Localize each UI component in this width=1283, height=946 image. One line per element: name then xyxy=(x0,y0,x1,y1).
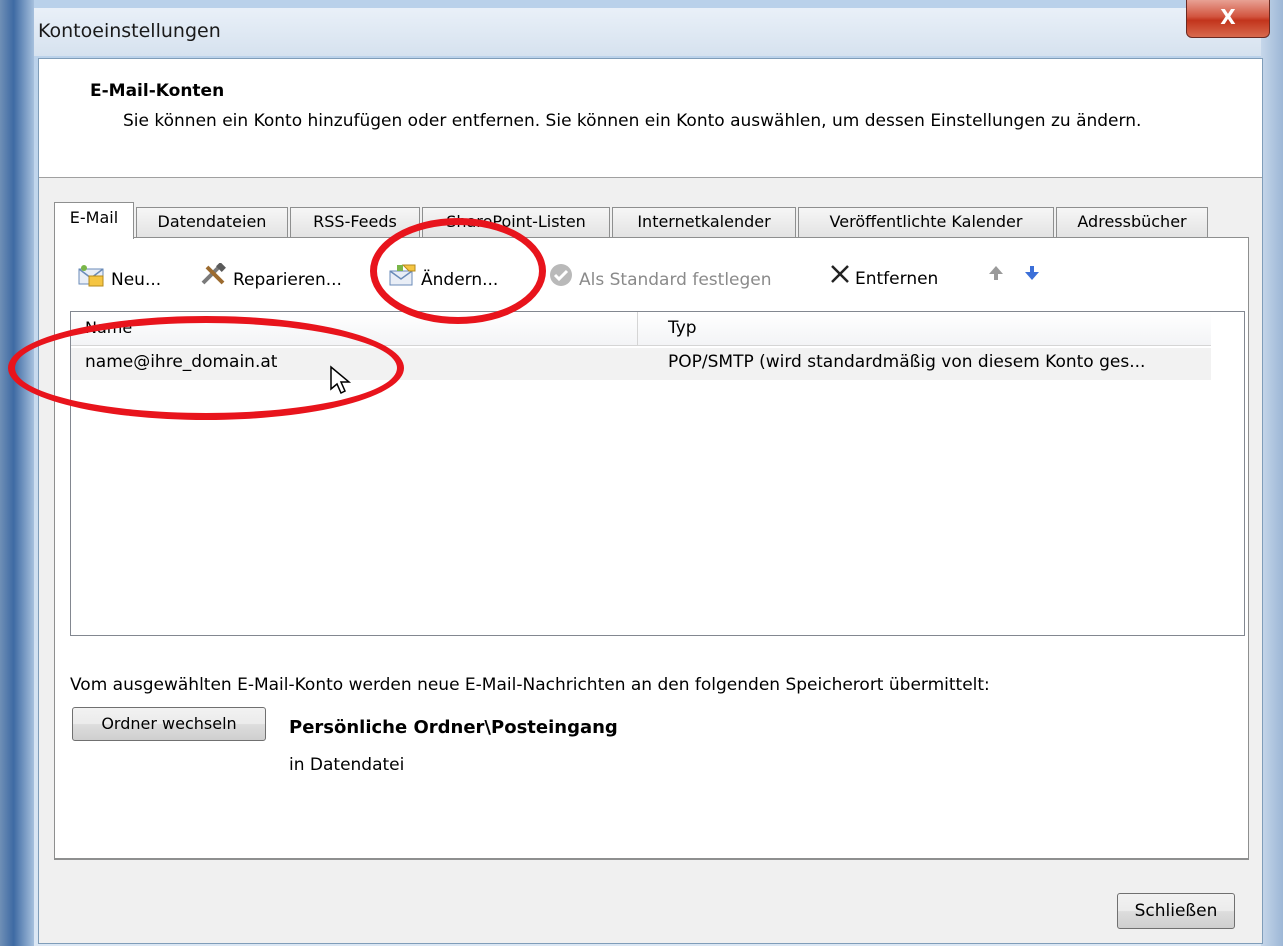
tab-internet-calendars[interactable]: Internetkalender xyxy=(612,207,796,237)
checkmark-icon xyxy=(549,263,575,297)
column-header-name[interactable]: Name xyxy=(85,318,132,337)
window-frame: Kontoeinstellungen X E-Mail-Konten Sie k… xyxy=(0,0,1283,946)
mouse-pointer-icon xyxy=(329,365,355,401)
change-folder-button[interactable]: Ordner wechseln xyxy=(72,707,266,741)
set-default-label: Als Standard festlegen xyxy=(579,270,772,290)
repair-label: Reparieren... xyxy=(233,270,342,290)
tools-icon xyxy=(199,262,229,297)
new-account-button[interactable]: Neu... xyxy=(77,263,161,293)
section-title: E-Mail-Konten xyxy=(90,81,225,101)
remove-x-icon xyxy=(829,263,851,295)
tab-data-files[interactable]: Datendateien xyxy=(136,207,288,237)
repair-button[interactable]: Reparieren... xyxy=(199,262,342,293)
window-title: Kontoeinstellungen xyxy=(38,20,221,42)
move-down-button[interactable] xyxy=(1023,263,1045,293)
remove-account-button[interactable]: Entfernen xyxy=(829,263,938,293)
delivery-folder-path: Persönliche Ordner\Posteingang xyxy=(289,717,618,738)
tab-published-calendars[interactable]: Veröffentlichte Kalender xyxy=(798,207,1054,237)
tab-rss-feeds[interactable]: RSS-Feeds xyxy=(290,207,420,237)
change-account-button[interactable]: Ändern... xyxy=(387,263,498,293)
delivery-folder-location: in Datendatei xyxy=(289,755,405,775)
tab-email[interactable]: E-Mail xyxy=(54,202,134,239)
window-right-border xyxy=(1261,0,1283,946)
arrow-down-icon xyxy=(1023,263,1041,293)
account-list[interactable]: Name Typ name@ihre_domain.at POP/SMTP (w… xyxy=(70,311,1245,636)
tab-sharepoint-lists[interactable]: SharePoint-Listen xyxy=(422,207,610,237)
change-account-icon xyxy=(387,263,417,297)
remove-account-label: Entfernen xyxy=(855,269,939,289)
column-separator[interactable] xyxy=(637,312,638,346)
window-left-border xyxy=(0,0,34,946)
set-default-button[interactable]: Als Standard festlegen xyxy=(549,263,772,293)
new-account-icon xyxy=(77,263,107,297)
new-account-label: Neu... xyxy=(111,270,162,290)
account-type-cell: POP/SMTP (wird standardmäßig von diesem … xyxy=(668,352,1146,372)
divider xyxy=(54,859,1249,860)
section-description: Sie können ein Konto hinzufügen oder ent… xyxy=(123,111,1142,131)
list-header: Name Typ xyxy=(71,312,1211,346)
arrow-up-icon xyxy=(987,263,1005,293)
change-account-label: Ändern... xyxy=(421,270,499,290)
move-up-button[interactable] xyxy=(987,263,1009,293)
delivery-info-text: Vom ausgewählten E-Mail-Konto werden neu… xyxy=(70,675,990,695)
close-window-button[interactable]: X xyxy=(1186,0,1270,38)
dialog-client-area: E-Mail-Konten Sie können ein Konto hinzu… xyxy=(38,58,1263,944)
dialog-header: E-Mail-Konten Sie können ein Konto hinzu… xyxy=(39,59,1262,178)
account-name-cell: name@ihre_domain.at xyxy=(85,352,278,372)
table-row[interactable]: name@ihre_domain.at POP/SMTP (wird stand… xyxy=(71,348,1211,380)
column-header-type[interactable]: Typ xyxy=(668,318,697,338)
tab-address-books[interactable]: Adressbücher xyxy=(1056,207,1208,237)
close-dialog-button[interactable]: Schließen xyxy=(1117,893,1235,929)
